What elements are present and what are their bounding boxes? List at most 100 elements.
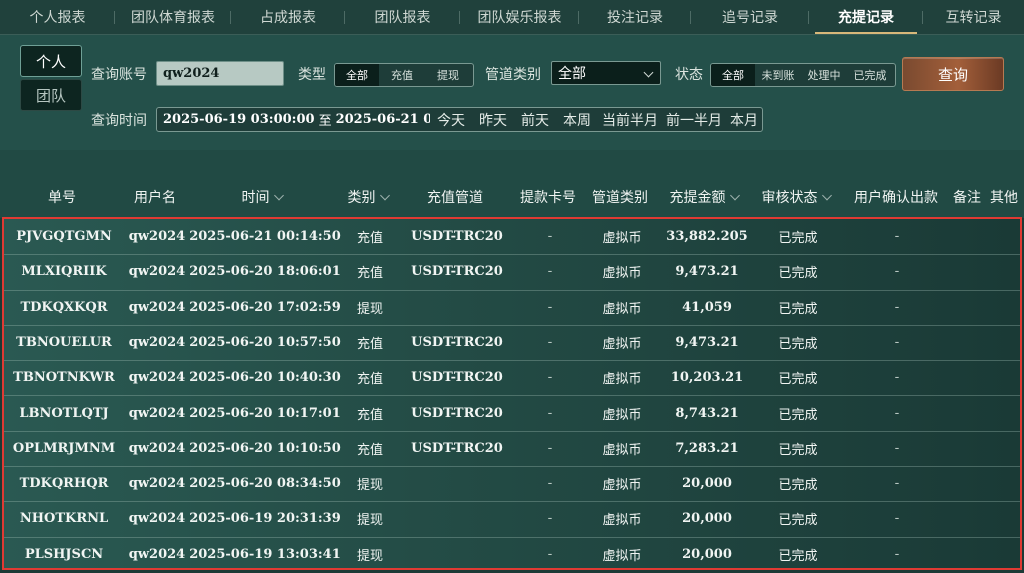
column-withdraw-card: 提款卡号 (520, 190, 576, 206)
table-row[interactable]: MLXIQRIIK qw2024 2025-06-20 18:06:01 充值 … (4, 254, 1020, 291)
cell-card: - (547, 299, 553, 315)
type-segment: 全部 充值 提现 (334, 63, 474, 87)
cell-user-confirm: - (894, 370, 900, 386)
cell-order-id: TDKQXKQR (20, 299, 108, 315)
channel-select[interactable]: 全部 (551, 61, 661, 85)
cell-card: - (547, 334, 553, 350)
tab-team-sports-report[interactable]: 团队体育报表 (115, 0, 231, 34)
cell-channel-type: 虚拟币 (602, 336, 642, 352)
column-amount[interactable]: 充提金额 (669, 187, 740, 207)
table-row[interactable]: TBNOTNKWR qw2024 2025-06-20 10:40:30 充值 … (4, 360, 1020, 397)
quick-range-yesterday[interactable]: 昨天 (472, 110, 514, 130)
table-row[interactable]: PJVGQTGMN qw2024 2025-06-21 00:14:50 充值 … (4, 219, 1020, 256)
column-category[interactable]: 类别 (348, 187, 390, 207)
cell-username: qw2024 (128, 405, 186, 421)
tab-transfer-records[interactable]: 互转记录 (923, 0, 1024, 34)
column-remark: 备注 (953, 190, 981, 206)
scope-team-button[interactable]: 团队 (20, 79, 82, 111)
cell-amount: 10,203.21 (670, 370, 744, 386)
cell-amount: 33,882.205 (666, 229, 748, 244)
cell-time: 2025-06-20 10:57:50 (189, 334, 341, 350)
type-deposit-option[interactable]: 充值 (379, 64, 425, 86)
column-amount-label: 充提金额 (669, 190, 726, 206)
cell-user-confirm: - (894, 405, 900, 421)
records-table-body: PJVGQTGMN qw2024 2025-06-21 00:14:50 充值 … (2, 217, 1022, 570)
cell-user-confirm: - (894, 546, 900, 562)
cell-user-confirm: - (894, 440, 900, 456)
cell-time: 2025-06-20 08:34:50 (189, 476, 341, 492)
cell-channel-type: 虚拟币 (602, 407, 642, 423)
tab-bet-records[interactable]: 投注记录 (579, 0, 691, 34)
start-time-input[interactable]: 2025-06-19 03:00:00 (157, 112, 315, 127)
cell-time: 2025-06-20 17:02:59 (189, 299, 341, 315)
table-row[interactable]: OPLMRJMNM qw2024 2025-06-20 10:10:50 充值 … (4, 431, 1020, 468)
status-completed-option[interactable]: 已完成 (847, 64, 893, 86)
cell-amount: 20,000 (682, 546, 732, 562)
cell-status: 已完成 (778, 442, 818, 458)
cell-user-confirm: - (894, 511, 900, 527)
cell-channel-type: 虚拟币 (602, 231, 642, 246)
filter-panel (0, 35, 1024, 150)
cell-order-id: TBNOUELUR (16, 334, 112, 350)
cell-amount: 9,473.21 (675, 264, 739, 280)
column-time[interactable]: 时间 (242, 187, 284, 207)
table-header: 单号 用户名 时间 类别 充值管道 提款卡号 管道类别 充提金额 审核状态 用户… (0, 150, 1024, 218)
end-time-input[interactable]: 2025-06-21 03:00:00 (336, 112, 430, 127)
report-tabs: 个人报表 团队体育报表 占成报表 团队报表 团队娱乐报表 投注记录 追号记录 充… (0, 0, 1024, 35)
cell-username: qw2024 (128, 476, 186, 492)
cell-category: 提现 (356, 478, 384, 494)
cell-status: 已完成 (778, 478, 818, 494)
column-review-status-label: 审核状态 (761, 190, 818, 206)
status-processing-option[interactable]: 处理中 (801, 64, 847, 86)
scope-toggle: 个人 团队 (18, 21, 82, 128)
quick-range-this-month[interactable]: 本月 (726, 110, 762, 130)
tab-chase-records[interactable]: 追号记录 (691, 0, 809, 34)
table-row[interactable]: TBNOUELUR qw2024 2025-06-20 10:57:50 充值 … (4, 325, 1020, 362)
quick-range-this-week[interactable]: 本周 (556, 110, 598, 130)
cell-category: 充值 (356, 407, 384, 423)
time-label: 查询时间 (91, 113, 147, 129)
cell-channel-type: 虚拟币 (602, 548, 642, 564)
type-withdraw-option[interactable]: 提现 (425, 64, 471, 86)
query-button[interactable]: 查询 (902, 57, 1004, 91)
cell-card: - (547, 476, 553, 492)
cell-time: 2025-06-19 13:03:41 (189, 546, 341, 562)
tab-deposit-withdraw-records[interactable]: 充提记录 (809, 0, 923, 34)
cell-channel-type: 虚拟币 (602, 266, 642, 282)
cell-user-confirm: - (894, 264, 900, 280)
table-row[interactable]: LBNOTLQTJ qw2024 2025-06-20 10:17:01 充值 … (4, 396, 1020, 432)
cell-channel: USDT-TRC20 (411, 264, 503, 280)
cell-time: 2025-06-20 10:17:01 (189, 405, 341, 421)
quick-range-previous-half-month[interactable]: 前一半月 (662, 110, 726, 130)
tab-team-entertainment-report[interactable]: 团队娱乐报表 (460, 0, 579, 34)
sort-icon (380, 190, 390, 201)
table-row[interactable]: TDKQXKQR qw2024 2025-06-20 17:02:59 提现 -… (4, 290, 1020, 326)
status-all-option[interactable]: 全部 (711, 64, 755, 86)
cell-card: - (547, 546, 553, 562)
cell-category: 充值 (356, 231, 384, 246)
column-review-status[interactable]: 审核状态 (761, 187, 832, 207)
type-all-option[interactable]: 全部 (335, 64, 379, 86)
tab-team-report[interactable]: 团队报表 (345, 0, 460, 34)
cell-user-confirm: - (894, 299, 900, 315)
cell-category: 充值 (356, 372, 384, 388)
column-user-confirm: 用户确认出款 (854, 190, 938, 206)
cell-time: 2025-06-20 18:06:01 (189, 264, 341, 280)
cell-channel: USDT-TRC20 (411, 334, 503, 350)
quick-range-current-half-month[interactable]: 当前半月 (598, 110, 662, 130)
cell-user-confirm: - (894, 334, 900, 350)
table-row[interactable]: NHOTKRNL qw2024 2025-06-19 20:31:39 提现 -… (4, 501, 1020, 538)
cell-category: 提现 (356, 513, 384, 529)
scope-personal-button[interactable]: 个人 (20, 45, 82, 77)
status-label: 状态 (675, 67, 703, 83)
quick-range-today[interactable]: 今天 (430, 110, 472, 130)
tab-share-report[interactable]: 占成报表 (231, 0, 345, 34)
quick-range-day-before[interactable]: 前天 (514, 110, 556, 130)
account-input[interactable]: qw2024 (156, 61, 284, 86)
table-row[interactable]: PLSHJSCN qw2024 2025-06-19 13:03:41 提现 -… (4, 537, 1020, 572)
cell-username: qw2024 (128, 334, 186, 350)
status-not-received-option[interactable]: 未到账 (755, 64, 801, 86)
cell-channel-type: 虚拟币 (602, 301, 642, 317)
table-row[interactable]: TDKQRHQR qw2024 2025-06-20 08:34:50 提现 -… (4, 466, 1020, 503)
cell-amount: 41,059 (682, 299, 732, 315)
